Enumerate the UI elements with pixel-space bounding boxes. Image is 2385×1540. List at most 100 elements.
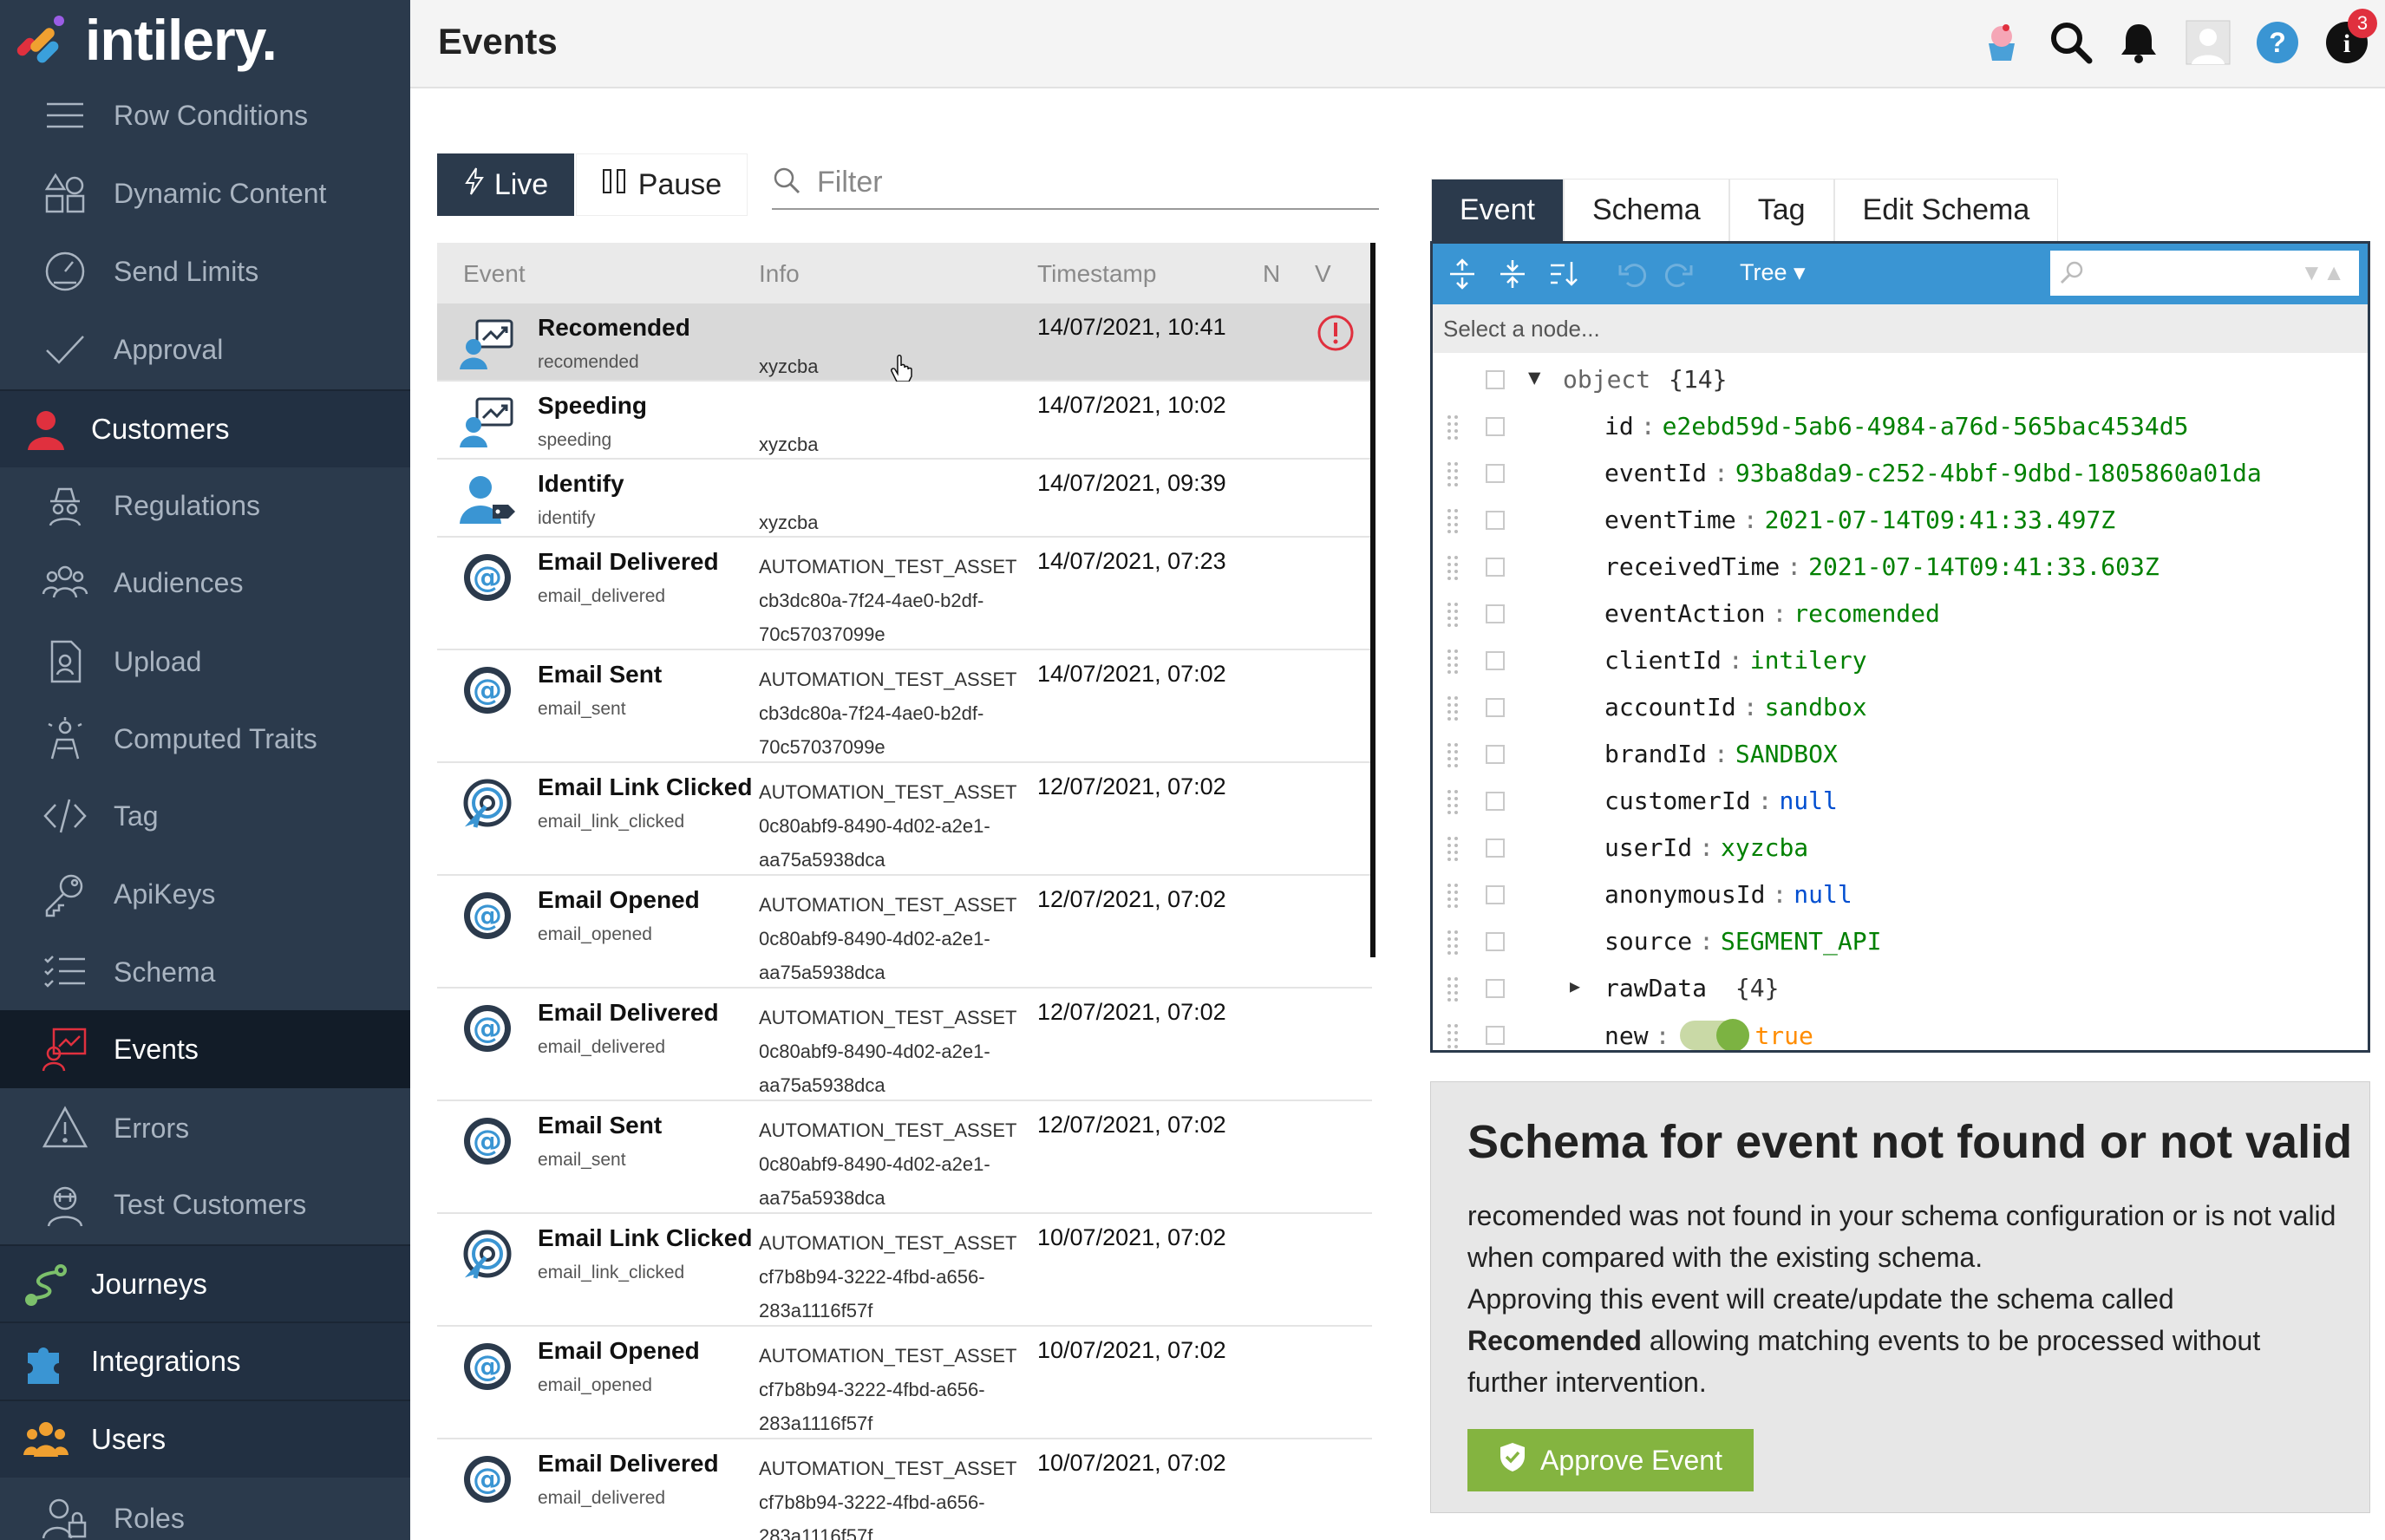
tree-field-row[interactable]: id: e2ebd59d-5ab6-4984-a76d-565bac4534d5 [1433, 403, 2368, 450]
sidebar-item-errors[interactable]: Errors [0, 1089, 410, 1167]
search-next-prev-icon[interactable]: ▼▲ [2301, 259, 2345, 286]
sidebar-item-apikeys[interactable]: ApiKeys [0, 855, 410, 933]
row-checkbox[interactable] [1486, 1026, 1505, 1045]
sidebar-item-send-limits[interactable]: Send Limits [0, 232, 410, 310]
tree-field-row[interactable]: eventTime:2021-07-14T09:41:33.497Z [1433, 497, 2368, 544]
row-checkbox[interactable] [1486, 745, 1505, 764]
field-value[interactable]: null [1794, 880, 1852, 909]
row-checkbox[interactable] [1486, 839, 1505, 858]
tree-field-row[interactable]: anonymousId: null [1433, 871, 2368, 918]
drag-handle-icon[interactable] [1447, 648, 1459, 674]
row-checkbox[interactable] [1486, 885, 1505, 904]
drag-handle-icon[interactable] [1447, 695, 1459, 721]
bell-icon[interactable] [2115, 19, 2162, 66]
drag-handle-icon[interactable] [1447, 741, 1459, 767]
field-value[interactable]: true [1754, 1021, 1813, 1050]
tab-schema[interactable]: Schema [1563, 179, 1729, 241]
sidebar-item-integrations[interactable]: Integrations [0, 1321, 410, 1400]
field-value[interactable]: e2ebd59d-5ab6-4984-a76d-565bac4534d5 [1663, 412, 2189, 440]
editor-search[interactable]: ▼▲ [2050, 251, 2359, 296]
table-row[interactable]: @ Email Delivered email_delivered AUTOMA… [437, 1439, 1372, 1540]
tree-field-row[interactable]: receivedTime:2021-07-14T09:41:33.603Z [1433, 544, 2368, 591]
events-scrollbar[interactable] [1370, 243, 1375, 957]
row-checkbox[interactable] [1486, 558, 1505, 577]
drag-handle-icon[interactable] [1447, 507, 1459, 533]
sidebar-item-journeys[interactable]: Journeys [0, 1244, 410, 1322]
tree-field-row[interactable]: clientId: intilery [1433, 637, 2368, 684]
row-checkbox[interactable] [1486, 464, 1505, 483]
row-checkbox[interactable] [1486, 932, 1505, 951]
sidebar-item-test-customers[interactable]: Test Customers [0, 1165, 410, 1243]
field-value[interactable]: 93ba8da9-c252-4bbf-9dbd-1805860a01da [1735, 459, 2262, 487]
row-checkbox[interactable] [1486, 651, 1505, 670]
drag-handle-icon[interactable] [1447, 414, 1459, 440]
drag-handle-icon[interactable] [1447, 554, 1459, 580]
field-value[interactable]: sandbox [1765, 693, 1867, 721]
tab-edit-schema[interactable]: Edit Schema [1833, 179, 2059, 241]
sidebar-item-audiences[interactable]: Audiences [0, 544, 410, 622]
search-icon[interactable] [2048, 19, 2094, 66]
row-checkbox[interactable] [1486, 417, 1505, 436]
sidebar-item-events[interactable]: Events [0, 1010, 410, 1088]
table-row[interactable]: Email Link Clicked email_link_clicked AU… [437, 763, 1372, 876]
sidebar-item-computed-traits[interactable]: Computed Traits [0, 700, 410, 778]
help-icon[interactable]: ? [2254, 19, 2301, 66]
drag-handle-icon[interactable] [1447, 601, 1459, 627]
drag-handle-icon[interactable] [1447, 460, 1459, 486]
header-v[interactable]: V [1315, 260, 1331, 288]
row-checkbox[interactable] [1486, 604, 1505, 623]
field-value[interactable]: SEGMENT_API [1721, 927, 1881, 956]
table-row[interactable]: @ Email Opened email_opened AUTOMATION_T… [437, 1327, 1372, 1439]
sidebar-item-roles[interactable]: Roles [0, 1479, 410, 1540]
row-checkbox[interactable] [1486, 792, 1505, 811]
tree-field-row[interactable]: new: true [1433, 1012, 2368, 1050]
sidebar-item-regulations[interactable]: Regulations [0, 467, 410, 545]
tree-field-row[interactable]: eventAction: recomended [1433, 591, 2368, 637]
cupcake-icon[interactable] [1978, 19, 2025, 66]
field-value[interactable]: intilery [1750, 646, 1867, 675]
drag-handle-icon[interactable] [1447, 788, 1459, 814]
approve-event-button[interactable]: Approve Event [1467, 1429, 1754, 1491]
tree-field-row[interactable]: accountId: sandbox [1433, 684, 2368, 731]
tree-field-row[interactable]: brandId: SANDBOX [1433, 731, 2368, 778]
table-row[interactable]: Recomended recomended xyzcba 14/07/2021, … [437, 303, 1372, 382]
sidebar-item-tag[interactable]: Tag [0, 777, 410, 855]
drag-handle-icon[interactable] [1447, 882, 1459, 908]
field-value[interactable]: 2021-07-14T09:41:33.497Z [1765, 506, 2116, 534]
tree-root-row[interactable]: ▼ object {14} [1433, 356, 2368, 403]
table-row[interactable]: Speeding speeding xyzcba 14/07/2021, 10:0… [437, 382, 1372, 460]
info-notifications-icon[interactable]: i 3 [2323, 9, 2377, 66]
invalid-schema-warning-icon[interactable] [1317, 314, 1355, 352]
header-info[interactable]: Info [759, 260, 800, 288]
tree-field-row[interactable]: ▶ rawData {4} [1433, 965, 2368, 1012]
table-row[interactable]: @ Email Sent email_sent AUTOMATION_TEST_… [437, 1101, 1372, 1214]
tab-tag[interactable]: Tag [1728, 179, 1834, 241]
table-row[interactable]: Email Link Clicked email_link_clicked AU… [437, 1214, 1372, 1327]
field-value[interactable]: recomended [1794, 599, 1940, 628]
table-row[interactable]: @ Email Sent email_sent AUTOMATION_TEST_… [437, 650, 1372, 763]
tab-event[interactable]: Event [1431, 179, 1564, 241]
table-row[interactable]: @ Email Delivered email_delivered AUTOMA… [437, 989, 1372, 1101]
tree-field-row[interactable]: source: SEGMENT_API [1433, 918, 2368, 965]
field-value[interactable]: 2021-07-14T09:41:33.603Z [1808, 552, 2160, 581]
table-row[interactable]: @ Email Opened email_opened AUTOMATION_T… [437, 876, 1372, 989]
mode-dropdown[interactable]: Tree ▾ [1740, 259, 1806, 286]
tree-field-row[interactable]: customerId: null [1433, 778, 2368, 825]
sidebar-item-dynamic-content[interactable]: Dynamic Content [0, 154, 410, 232]
live-button[interactable]: Live [437, 153, 574, 216]
field-value[interactable]: SANDBOX [1735, 740, 1838, 768]
collapse-all-icon[interactable] [1497, 258, 1528, 290]
header-timestamp[interactable]: Timestamp [1037, 260, 1156, 288]
sidebar-item-upload[interactable]: Upload [0, 623, 410, 701]
brand-logo[interactable]: intilery. [12, 7, 278, 73]
expand-all-icon[interactable] [1447, 258, 1478, 290]
sidebar-item-row-conditions[interactable]: Row Conditions [0, 76, 410, 154]
drag-handle-icon[interactable] [1447, 835, 1459, 861]
tree-field-row[interactable]: userId: xyzcba [1433, 825, 2368, 871]
row-checkbox[interactable] [1486, 698, 1505, 717]
sidebar-item-schema[interactable]: Schema [0, 933, 410, 1011]
drag-handle-icon[interactable] [1447, 929, 1459, 955]
sidebar-item-customers[interactable]: Customers [0, 389, 410, 467]
header-event[interactable]: Event [463, 260, 526, 288]
tree-field-row[interactable]: eventId:93ba8da9-c252-4bbf-9dbd-1805860a… [1433, 450, 2368, 497]
